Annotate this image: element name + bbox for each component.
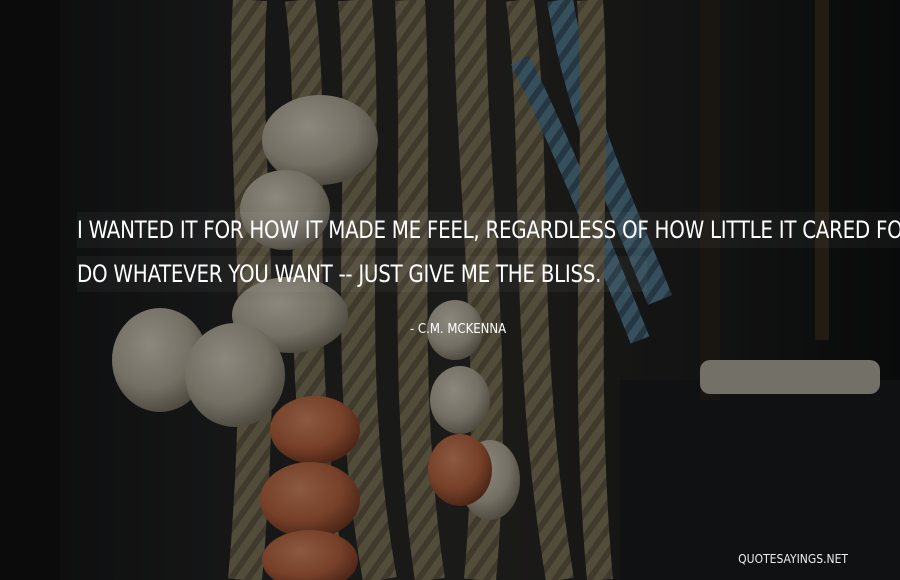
- quote-text-line-2: DO WHATEVER YOU WANT -- JUST GIVE ME THE…: [77, 260, 602, 288]
- site-watermark: QUOTESAYINGS.NET: [738, 552, 848, 566]
- quote-line-2: DO WHATEVER YOU WANT -- JUST GIVE ME THE…: [77, 256, 647, 292]
- quote-image: I WANTED IT FOR HOW IT MADE ME FEEL, REG…: [0, 0, 900, 580]
- quote-text-line-1: I WANTED IT FOR HOW IT MADE ME FEEL, REG…: [77, 216, 900, 244]
- quote-author: - C.M. MCKENNA: [410, 321, 507, 337]
- quote-line-1: I WANTED IT FOR HOW IT MADE ME FEEL, REG…: [77, 212, 900, 248]
